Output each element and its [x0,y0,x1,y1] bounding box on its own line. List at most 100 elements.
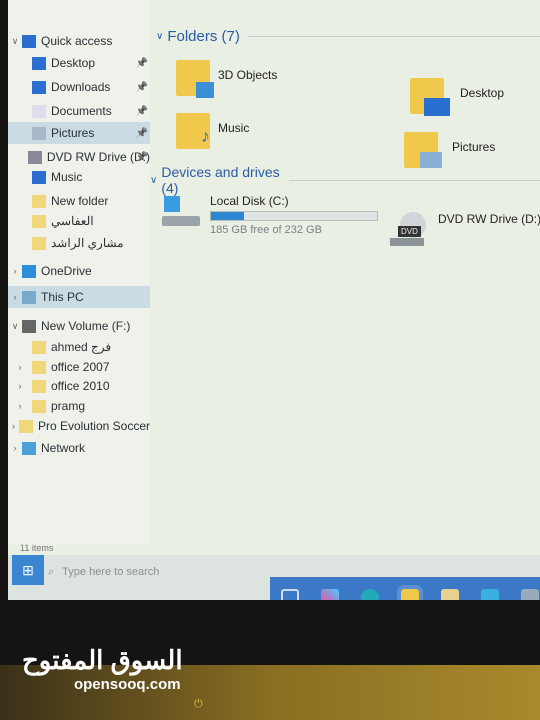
content-pane: ∨ Folders (7) 3D Objects Desktop ♪ Music P… [150,0,540,545]
sidebar-item[interactable]: › Network [8,437,150,459]
sidebar-item[interactable]: ∨ Quick access [8,30,150,52]
music-icon [32,170,46,184]
folder-desktop[interactable]: Desktop [410,78,505,116]
folder-icon [410,78,450,116]
pictures-icon [32,126,46,140]
task-view-icon[interactable] [281,589,299,600]
sidebar-item-label: office 2007 [51,360,110,374]
desktop-icon [32,56,46,70]
drive-free-space: 185 GB free of 232 GB [210,224,322,236]
pin-icon: 📌 [135,151,148,163]
folder-icon [32,236,46,250]
expand-chevron-icon[interactable]: › [8,443,22,453]
drive-local-disk-c[interactable]: Local Disk (C:) 185 GB free of 232 GB [162,194,378,236]
file-explorer-window: ∨ Quick access Desktop 📌 Downloads 📌 Documents… [8,0,540,600]
drives-group-header[interactable]: ∨ Devices and drives (4) [150,164,540,196]
disk-usage-bar [210,211,378,221]
sidebar-item[interactable]: Downloads 📌 [8,76,150,98]
windows-logo-icon: ⊞ [22,561,34,578]
divider [247,36,540,37]
sidebar-item-label: office 2010 [51,379,110,393]
sidebar-item[interactable]: › office 2010 [8,375,150,397]
sidebar-item-label: New Volume (F:) [41,319,131,333]
sidebar-item-label: Desktop [51,56,96,70]
drives-header-label: Devices and drives (4) [161,164,280,196]
divider [289,179,540,181]
sidebar-item[interactable]: ahmed فرج [8,336,150,358]
start-button[interactable]: ⊞ [12,555,44,585]
sidebar-item-label: Documents [51,104,112,118]
sidebar-item[interactable]: › pramg [8,395,150,417]
sidebar-item-label: Pro Evolution Soccer [37,419,150,433]
chevron-down-icon: ∨ [156,31,164,42]
sidebar-item[interactable]: مشاري الراشد [8,232,150,254]
drive-app-icon[interactable] [521,589,539,600]
folder-label: Desktop [460,86,505,100]
power-icon: ⏻ [194,698,203,710]
computer-icon [22,290,36,304]
sidebar-item[interactable]: ∨ New Volume (F:) [8,315,150,337]
expand-chevron-icon[interactable]: › [8,362,32,372]
pin-icon: 📌 [135,105,148,117]
cloud-icon [22,264,36,278]
expand-chevron-icon[interactable]: › [8,292,22,302]
folder-3d-objects[interactable]: 3D Objects [176,60,277,98]
pin-icon: 📌 [135,127,148,139]
sidebar-item[interactable]: Music [8,166,150,188]
folders-group-header[interactable]: ∨ Folders (7) [156,28,540,45]
folder-music[interactable]: ♪ Music [176,113,249,149]
dvd-drive-icon: DVD [390,212,430,246]
dvd-badge: DVD [398,226,421,237]
folders-header-label: Folders (7) [167,28,240,45]
sidebar-item-label: مشاري الراشد [51,236,124,250]
expand-chevron-icon[interactable]: › [8,401,32,411]
folder-icon [18,419,33,433]
sidebar-item[interactable]: › OneDrive [8,260,150,282]
navigation-pane: ∨ Quick access Desktop 📌 Downloads 📌 Documents… [8,0,150,545]
sidebar-item-label: New folder [51,194,109,208]
taskbar-apps [270,577,540,600]
sidebar-item[interactable]: Desktop 📌 [8,52,150,74]
network-icon [22,441,36,455]
folder-icon [32,214,46,228]
expand-chevron-icon[interactable]: ∨ [8,321,22,332]
copilot-icon[interactable] [321,589,339,600]
file-explorer-icon[interactable] [397,585,423,600]
expand-chevron-icon[interactable]: › [8,266,22,276]
sidebar-item[interactable]: › This PC [8,286,150,308]
folder-label: Pictures [452,140,496,154]
sidebar-item[interactable]: › Pro Evolution Soccer [8,415,150,437]
star-icon [22,34,36,48]
mail-icon[interactable] [481,589,499,600]
folder-icon [176,60,214,98]
pin-icon: 📌 [135,81,148,93]
store-icon[interactable] [441,589,459,600]
sidebar-item[interactable]: Documents 📌 [8,100,150,122]
dvd-icon [27,150,42,164]
folder-pictures[interactable]: Pictures [404,132,495,168]
expand-chevron-icon[interactable]: › [8,421,19,431]
documents-icon [32,104,46,118]
expand-chevron-icon[interactable]: › [8,381,32,391]
sidebar-item[interactable]: DVD RW Drive (D:) 📌 [8,146,150,168]
expand-chevron-icon[interactable]: ∨ [8,36,22,47]
sidebar-item-label: Network [41,441,86,455]
opensooq-watermark-logo: السوق المفتوح opensooq.com [22,645,183,693]
sidebar-item-label: Music [51,170,83,184]
sidebar-item-label: Quick access [41,34,113,48]
sidebar-item[interactable]: Pictures 📌 [8,122,150,144]
taskbar-search-box[interactable]: ⌕ Type here to search [48,559,268,585]
folder-icon [32,340,46,354]
taskbar: ⊞ ⌕ Type here to search [8,555,540,600]
edge-icon[interactable] [361,589,379,600]
sidebar-item-label: Downloads [51,80,111,94]
drive-dvd-d[interactable]: DVD DVD RW Drive (D:) [390,212,540,246]
sidebar-item-label: pramg [51,399,86,413]
sidebar-item[interactable]: العفاسي [8,210,150,232]
folder-icon [32,379,46,393]
drive-label: DVD RW Drive (D:) [438,212,540,226]
sidebar-item[interactable]: New folder [8,190,150,212]
chevron-down-icon: ∨ [150,174,158,186]
sidebar-item-label: DVD RW Drive (D:) [46,150,150,164]
sidebar-item-label: OneDrive [41,264,92,278]
